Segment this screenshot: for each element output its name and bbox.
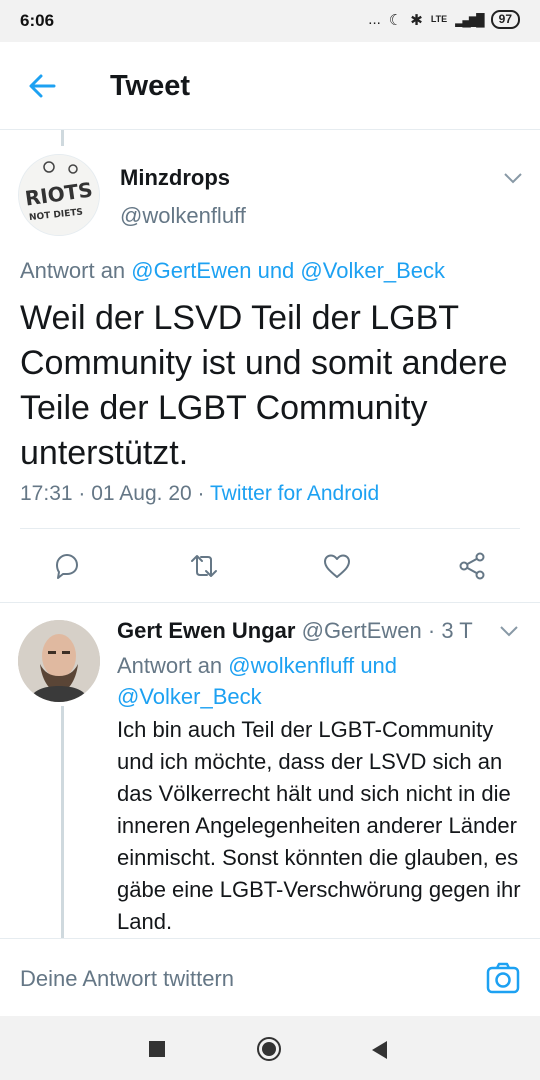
- recent-apps-icon[interactable]: [149, 1041, 165, 1057]
- meta-separator: ·: [197, 482, 205, 505]
- notification-dots-icon: ...: [368, 11, 381, 28]
- tweet-source-link[interactable]: Twitter for Android: [210, 482, 379, 505]
- meta-separator: ·: [78, 482, 86, 505]
- reply-tweet-age: 3 T: [441, 618, 473, 643]
- reply-tweet-header: Gert Ewen Ungar @GertEwen · 3 T: [117, 618, 473, 644]
- status-icons: ... ☾ ✱ LTE ▂▄▆█ 97: [368, 10, 520, 29]
- tweet-time: 17:31: [20, 482, 73, 505]
- chevron-down-icon[interactable]: [502, 171, 524, 185]
- reply-prefix: Antwort an: [117, 653, 223, 678]
- arrow-left-icon[interactable]: [24, 68, 60, 104]
- divider: [20, 528, 520, 529]
- page-title: Tweet: [110, 70, 191, 102]
- status-bar: 6:06 ... ☾ ✱ LTE ▂▄▆█ 97: [0, 0, 540, 42]
- reply-tweet-context: Antwort an @wolkenfluff und @Volker_Beck: [117, 650, 517, 712]
- home-icon[interactable]: [257, 1037, 281, 1061]
- tweet-date: 01 Aug. 20: [91, 482, 192, 505]
- reply-composer[interactable]: Deine Antwort twittern: [0, 938, 540, 1016]
- reply-tweet-text: Ich bin auch Teil der LGBT-Community und…: [117, 717, 521, 934]
- network-type-label: LTE: [430, 14, 448, 24]
- author-name[interactable]: Minzdrops: [120, 165, 230, 191]
- reply-author-handle[interactable]: @GertEwen: [302, 618, 422, 643]
- back-triangle-icon[interactable]: [372, 1041, 387, 1059]
- do-not-disturb-icon: ☾: [388, 11, 403, 29]
- heart-icon[interactable]: [321, 550, 353, 582]
- bluetooth-icon: ✱: [410, 11, 423, 29]
- avatar[interactable]: RIOTS NOT DIETS: [18, 154, 100, 236]
- reply-mention-volker-beck[interactable]: @Volker_Beck: [117, 684, 262, 709]
- camera-icon[interactable]: [486, 961, 520, 995]
- reply-conjunction[interactable]: und: [360, 653, 397, 678]
- app-bar: Tweet: [0, 42, 540, 130]
- avatar-riots-image: RIOTS NOT DIETS: [19, 155, 99, 235]
- status-time: 6:06: [20, 11, 55, 30]
- reply-author-name[interactable]: Gert Ewen Ungar: [117, 618, 295, 643]
- system-nav-bar: [0, 1016, 540, 1080]
- thread-connector-top: [61, 130, 64, 146]
- reply-mention-wolkenfluff[interactable]: @wolkenfluff: [228, 653, 354, 678]
- reply-prefix: Antwort an: [20, 258, 126, 283]
- thread-connector: [61, 706, 64, 940]
- tweet-meta: 17:31 · 01 Aug. 20 · Twitter for Android: [20, 482, 379, 506]
- divider: [0, 602, 540, 603]
- tweet-action-bar: [0, 530, 540, 602]
- reply-conjunction[interactable]: und: [258, 258, 295, 283]
- reply-context: Antwort an @GertEwen und @Volker_Beck: [20, 258, 445, 284]
- chevron-down-icon[interactable]: [498, 624, 520, 638]
- battery-icon: 97: [490, 10, 520, 29]
- reply-mention-gertewen[interactable]: @GertEwen: [131, 258, 251, 283]
- reply-input-placeholder[interactable]: Deine Antwort twittern: [20, 966, 234, 992]
- avatar-portrait-image: [18, 620, 100, 702]
- reply-bubble-icon[interactable]: [51, 550, 83, 582]
- tweet-text: Weil der LSVD Teil der LGBT Community is…: [20, 299, 508, 472]
- signal-icon: ▂▄▆█: [455, 12, 485, 27]
- reply-mention-volker-beck[interactable]: @Volker_Beck: [300, 258, 445, 283]
- retweet-icon[interactable]: [188, 550, 220, 582]
- author-handle[interactable]: @wolkenfluff: [120, 203, 246, 229]
- avatar[interactable]: [18, 620, 100, 702]
- reply-meta-separator: ·: [427, 618, 436, 643]
- share-icon[interactable]: [456, 550, 488, 582]
